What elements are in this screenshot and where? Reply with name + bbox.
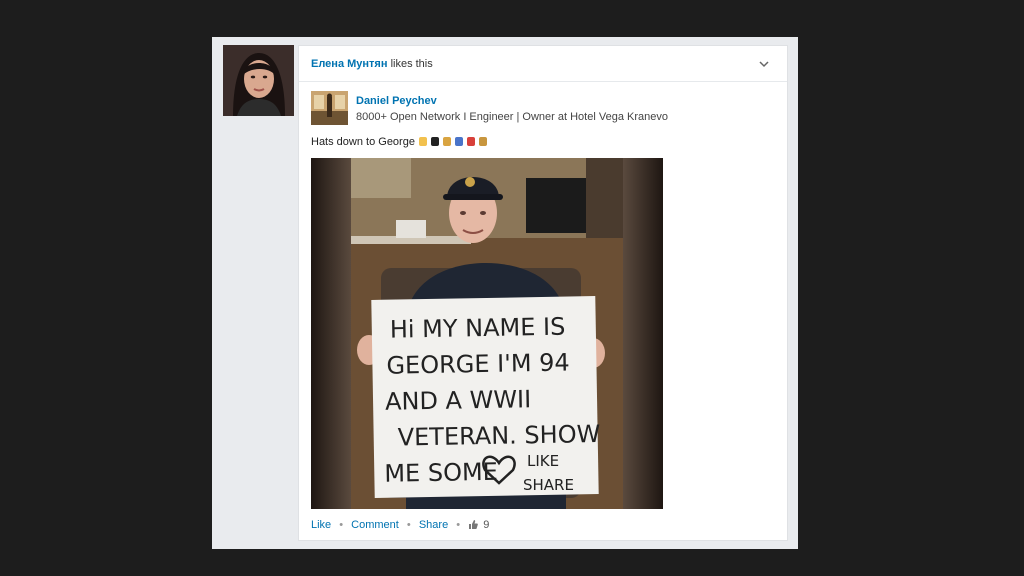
author-name-link[interactable]: Daniel Peychev [356,95,437,107]
viewer-avatar-image [223,45,294,116]
target-icon [467,137,476,146]
chevron-down-icon[interactable] [757,57,771,71]
sign-line-3: AND A WWII [385,385,532,416]
comment-link[interactable]: Comment [351,519,399,531]
author-avatar[interactable] [311,91,348,125]
viewer-avatar[interactable] [223,45,294,116]
author-headline: 8000+ Open Network I Engineer | Owner at… [356,111,668,123]
medal-icon [455,137,464,146]
sign-line-5: ME SOME [384,458,498,488]
top-hat-icon [431,137,440,146]
post-actions: Like • Comment • Share • 9 [311,519,489,531]
medal-icon [443,137,452,146]
like-notification-bar: Елена Мунтян likes this [299,46,787,82]
sign-line-2: GEORGE I'M 94 [386,349,570,380]
separator-dot: • [406,519,411,531]
post-body-text: Hats down to George [311,136,415,148]
share-link[interactable]: Share [419,519,448,531]
like-link[interactable]: Like [311,519,331,531]
post-photo[interactable]: Hi MY NAME IS GEORGE I'M 94 AND A WWII V… [311,158,663,509]
hourglass-icon [479,137,488,146]
separator-dot: • [456,519,461,531]
sign-line-1: Hi MY NAME IS [390,313,566,344]
post-photo-image: Hi MY NAME IS GEORGE I'M 94 AND A WWII V… [311,158,663,509]
post-card: Елена Мунтян likes this Daniel Peychev 8… [298,45,788,541]
sign-line-6: LIKE [527,452,559,470]
post-text: Hats down to George [311,136,488,148]
sign-line-4: VETERAN. SHOW [397,420,600,452]
liker-name-link[interactable]: Елена Мунтян [311,58,388,70]
feed-frame: Елена Мунтян likes this Daniel Peychev 8… [212,37,798,549]
like-action-text: likes this [390,58,433,70]
separator-dot: • [339,519,344,531]
author-avatar-image [311,91,348,125]
sign-line-7: SHARE [523,476,574,494]
like-count[interactable]: 9 [483,519,489,531]
thumbs-up-icon [469,520,479,529]
victory-hand-icon [419,137,428,146]
like-notification-text: Елена Мунтян likes this [311,58,433,70]
